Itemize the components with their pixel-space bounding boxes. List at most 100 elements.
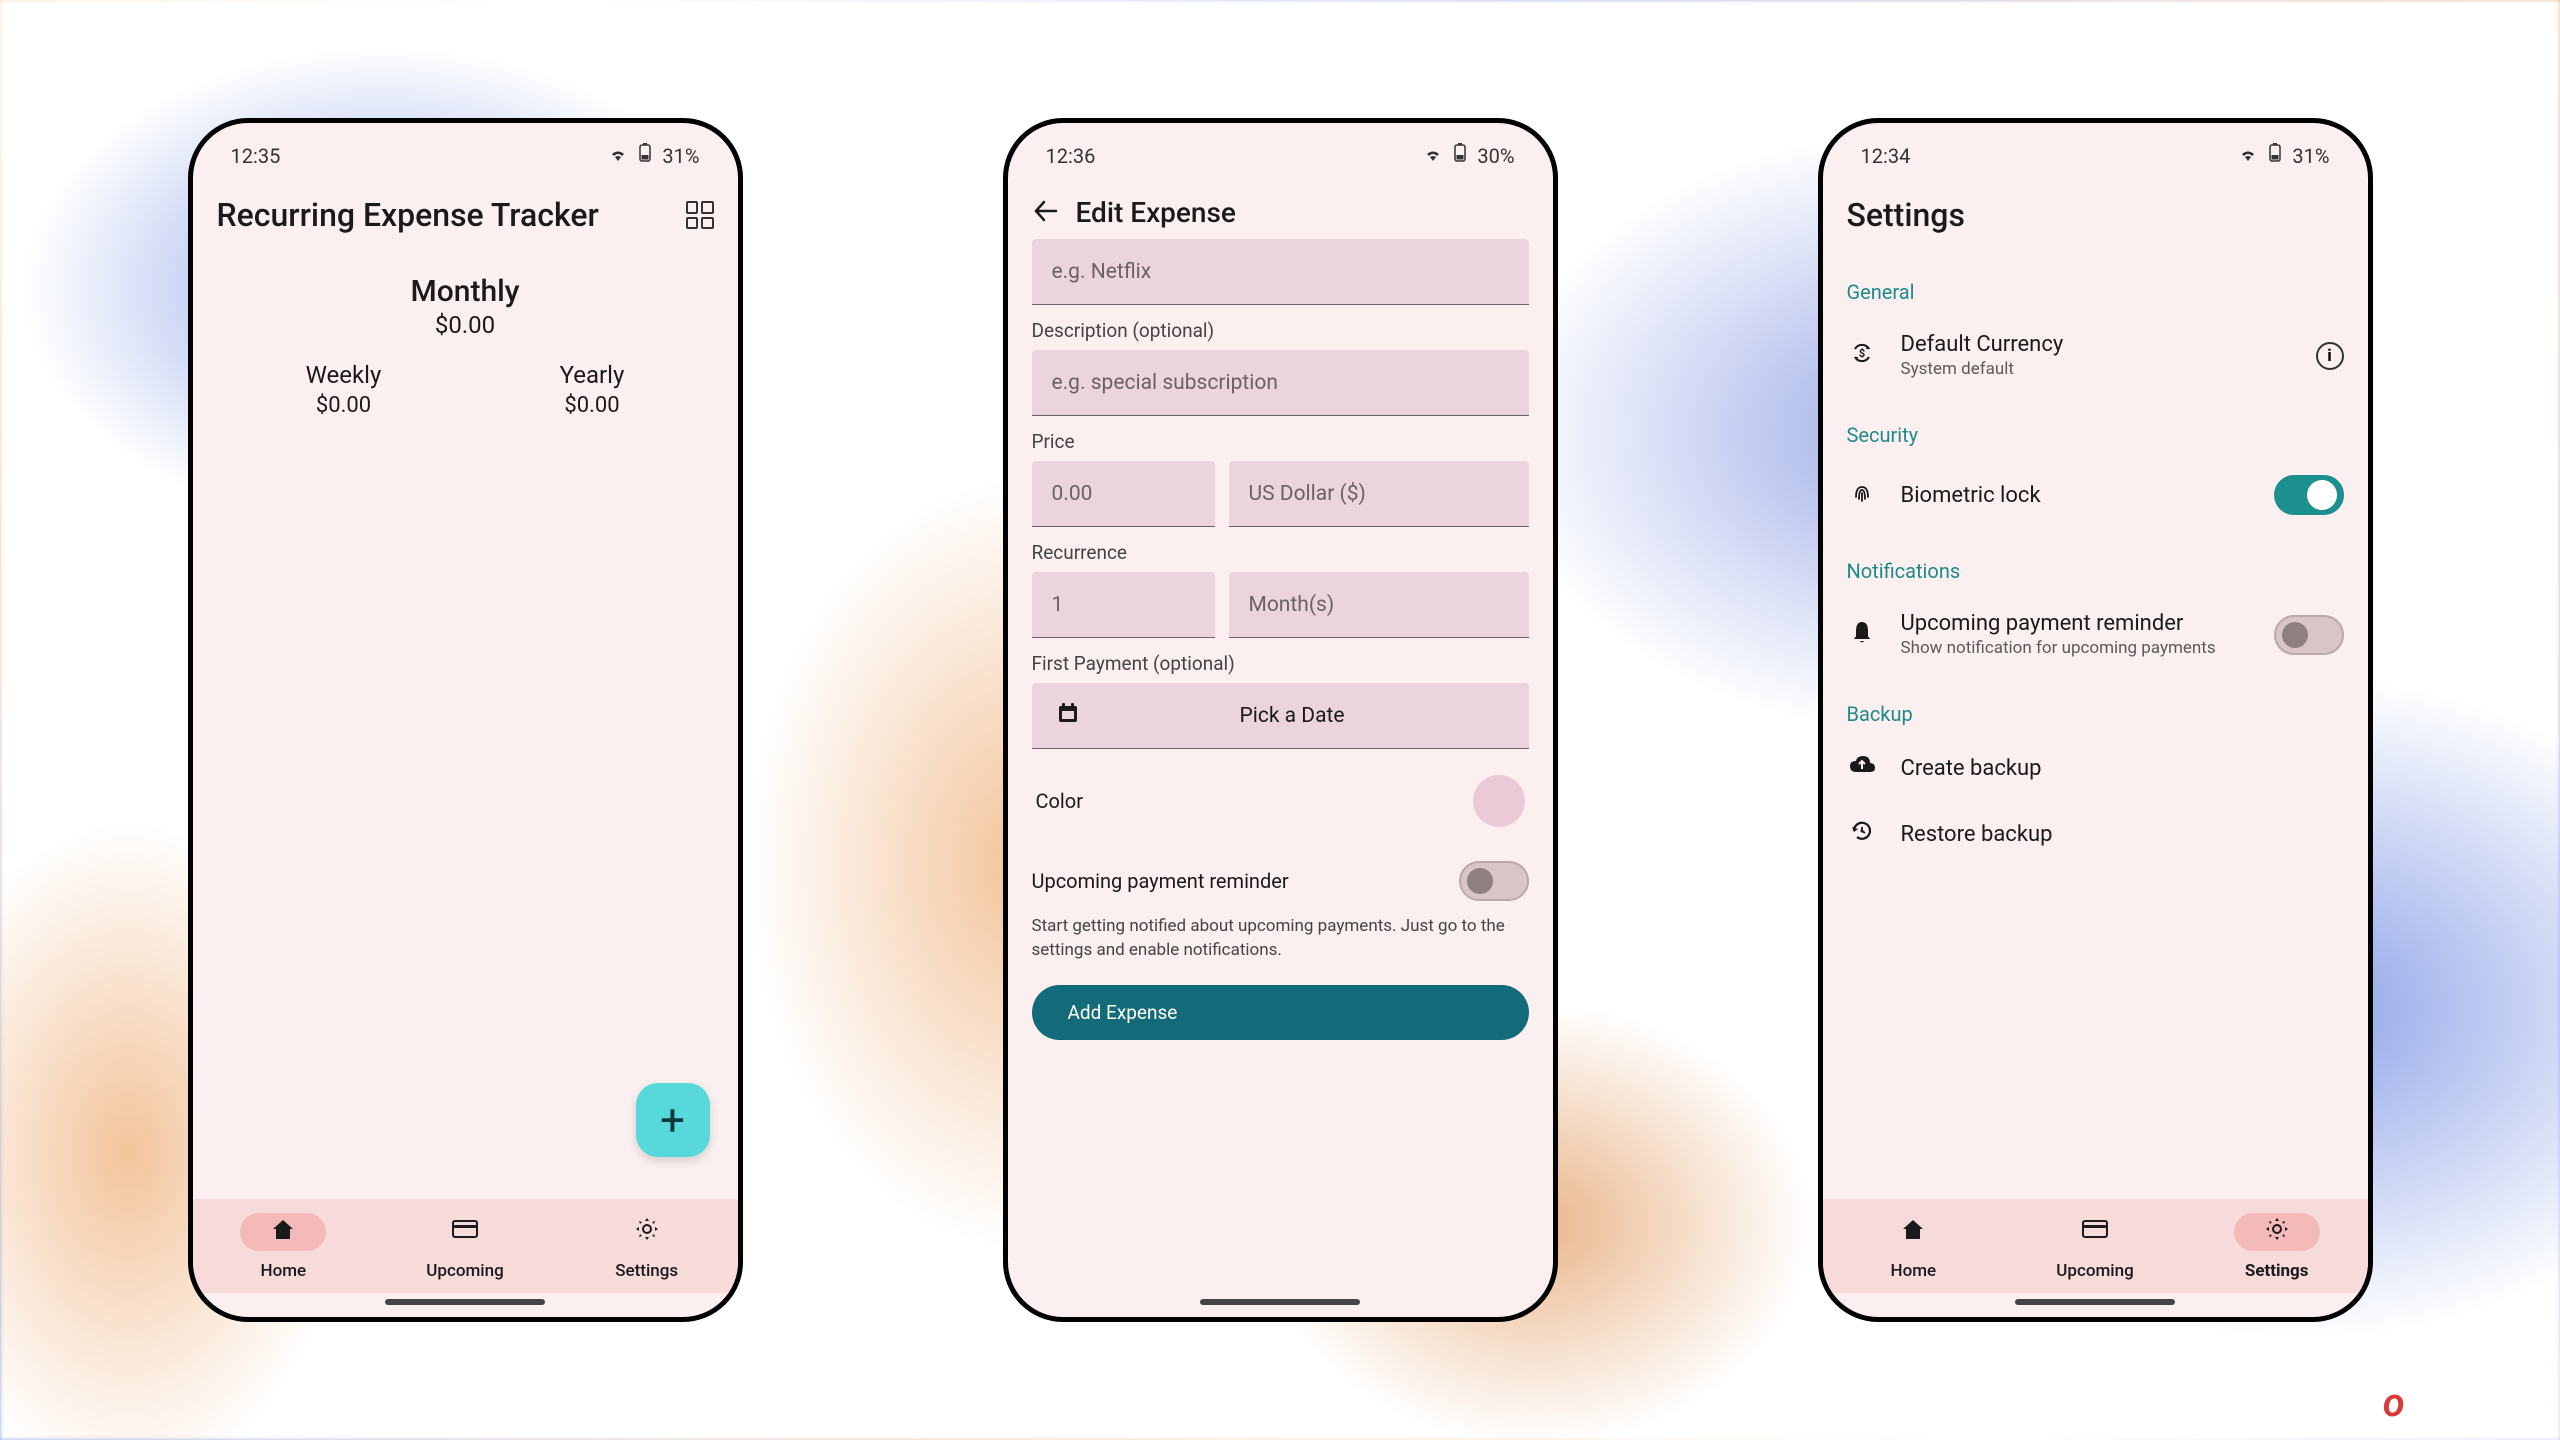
setting-default-currency[interactable]: $ Default Currency System default i <box>1847 314 2344 397</box>
nav-home[interactable]: Home <box>1823 1213 2005 1281</box>
status-time: 12:35 <box>231 144 281 168</box>
nav-upcoming-label: Upcoming <box>374 1261 556 1281</box>
nav-home-label: Home <box>193 1261 375 1281</box>
gesture-bar <box>1200 1299 1360 1305</box>
nav-settings-label: Settings <box>556 1261 738 1281</box>
recurrence-count-input[interactable]: 1 <box>1032 572 1215 638</box>
bottom-nav: Home Upcoming Settings <box>193 1199 738 1293</box>
currency-value: US Dollar ($) <box>1249 482 1366 506</box>
phone-edit-expense: 12:36 30% Edit Expense e.g. Netflix Desc… <box>1003 118 1558 1322</box>
setting-create-backup[interactable]: Create backup <box>1847 736 2344 800</box>
color-swatch[interactable] <box>1473 775 1525 827</box>
phone-home: 12:35 31% Recurring Expense Tracker Mont… <box>188 118 743 1322</box>
nav-home[interactable]: Home <box>193 1213 375 1281</box>
section-security: Security <box>1847 423 2344 447</box>
biometric-title: Biometric lock <box>1901 483 2250 508</box>
price-input[interactable]: 0.00 <box>1032 461 1215 527</box>
setting-restore-backup[interactable]: Restore backup <box>1847 800 2344 868</box>
date-picker[interactable]: Pick a Date <box>1032 683 1529 749</box>
price-value: 0.00 <box>1052 482 1093 506</box>
nav-upcoming[interactable]: Upcoming <box>374 1213 556 1281</box>
battery-icon <box>638 143 652 168</box>
color-label: Color <box>1036 789 1083 813</box>
bottom-nav: Home Upcoming Settings <box>1823 1199 2368 1293</box>
setting-biometric[interactable]: Biometric lock <box>1847 457 2344 533</box>
nav-upcoming[interactable]: Upcoming <box>2004 1213 2186 1281</box>
currency-title: Default Currency <box>1901 332 2292 357</box>
section-general: General <box>1847 280 2344 304</box>
monthly-value: $0.00 <box>217 311 714 339</box>
card-icon <box>451 1217 479 1247</box>
reminder-toggle-label: Upcoming payment reminder <box>1032 869 1289 893</box>
wifi-icon <box>1423 144 1443 168</box>
section-notifications: Notifications <box>1847 559 2344 583</box>
gear-icon <box>634 1216 660 1249</box>
phone-settings: 12:34 31% Settings General $ Default Cur… <box>1818 118 2373 1322</box>
nav-settings-label: Settings <box>2186 1261 2368 1281</box>
battery-percent: 30% <box>1477 144 1514 168</box>
add-expense-button-label: Add Expense <box>1068 1001 1178 1024</box>
status-bar: 12:34 31% <box>1823 123 2368 178</box>
reminder-toggle[interactable] <box>1459 861 1529 901</box>
battery-percent: 31% <box>662 144 699 168</box>
back-icon[interactable] <box>1032 198 1058 228</box>
first-payment-label: First Payment (optional) <box>1032 652 1529 675</box>
currency-exchange-icon: $ <box>1847 340 1877 372</box>
recurrence-label: Recurrence <box>1032 541 1529 564</box>
status-bar: 12:36 30% <box>1008 123 1553 178</box>
info-icon[interactable]: i <box>2316 342 2344 370</box>
wifi-icon <box>2238 144 2258 168</box>
yearly-label: Yearly <box>560 361 625 389</box>
name-placeholder: e.g. Netflix <box>1052 260 1152 284</box>
summary-panel: Monthly $0.00 Weekly $0.00 Yearly $0.00 <box>217 274 714 418</box>
setting-reminder[interactable]: Upcoming payment reminder Show notificat… <box>1847 593 2344 676</box>
reminder-title: Upcoming payment reminder <box>1901 611 2250 636</box>
reminder-subtitle: Show notification for upcoming payments <box>1901 638 2250 658</box>
weekly-label: Weekly <box>306 361 382 389</box>
battery-percent: 31% <box>2292 144 2329 168</box>
add-expense-fab[interactable]: + <box>636 1083 710 1157</box>
watermark: Pocket-lint <box>2359 1379 2538 1426</box>
battery-icon <box>1453 143 1467 168</box>
create-backup-title: Create backup <box>1901 756 2344 781</box>
price-label: Price <box>1032 430 1529 453</box>
home-icon <box>270 1217 296 1248</box>
restore-icon <box>1847 818 1877 850</box>
reminder-helper-text: Start getting notified about upcoming pa… <box>1032 915 1529 963</box>
section-backup: Backup <box>1847 702 2344 726</box>
name-input[interactable]: e.g. Netflix <box>1032 239 1529 305</box>
reminder-toggle[interactable] <box>2274 615 2344 655</box>
wifi-icon <box>608 144 628 168</box>
plus-icon: + <box>660 1094 685 1146</box>
description-input[interactable]: e.g. special subscription <box>1032 350 1529 416</box>
status-time: 12:36 <box>1046 144 1096 168</box>
date-placeholder: Pick a Date <box>1116 704 1509 728</box>
nav-upcoming-label: Upcoming <box>2004 1261 2186 1281</box>
recurrence-unit: Month(s) <box>1249 593 1335 617</box>
fingerprint-icon <box>1847 479 1877 511</box>
biometric-toggle[interactable] <box>2274 475 2344 515</box>
restore-backup-title: Restore backup <box>1901 822 2344 847</box>
calendar-icon <box>1056 701 1080 731</box>
recurrence-count: 1 <box>1052 593 1064 617</box>
nav-settings[interactable]: Settings <box>2186 1213 2368 1281</box>
recurrence-unit-select[interactable]: Month(s) <box>1229 572 1529 638</box>
gesture-bar <box>2015 1299 2175 1305</box>
home-icon <box>1900 1217 1926 1248</box>
nav-settings[interactable]: Settings <box>556 1213 738 1281</box>
page-title: Edit Expense <box>1076 196 1529 229</box>
currency-select[interactable]: US Dollar ($) <box>1229 461 1529 527</box>
battery-icon <box>2268 143 2282 168</box>
status-time: 12:34 <box>1861 144 1911 168</box>
nav-home-label: Home <box>1823 1261 2005 1281</box>
page-title: Settings <box>1847 196 2344 234</box>
monthly-label: Monthly <box>217 274 714 309</box>
status-bar: 12:35 31% <box>193 123 738 178</box>
card-icon <box>2081 1217 2109 1247</box>
cloud-upload-icon <box>1847 754 1877 782</box>
page-title: Recurring Expense Tracker <box>217 196 668 234</box>
description-placeholder: e.g. special subscription <box>1052 371 1278 395</box>
gear-icon <box>2264 1216 2290 1249</box>
add-expense-button[interactable]: Add Expense <box>1032 985 1529 1040</box>
grid-view-icon[interactable] <box>686 201 714 229</box>
